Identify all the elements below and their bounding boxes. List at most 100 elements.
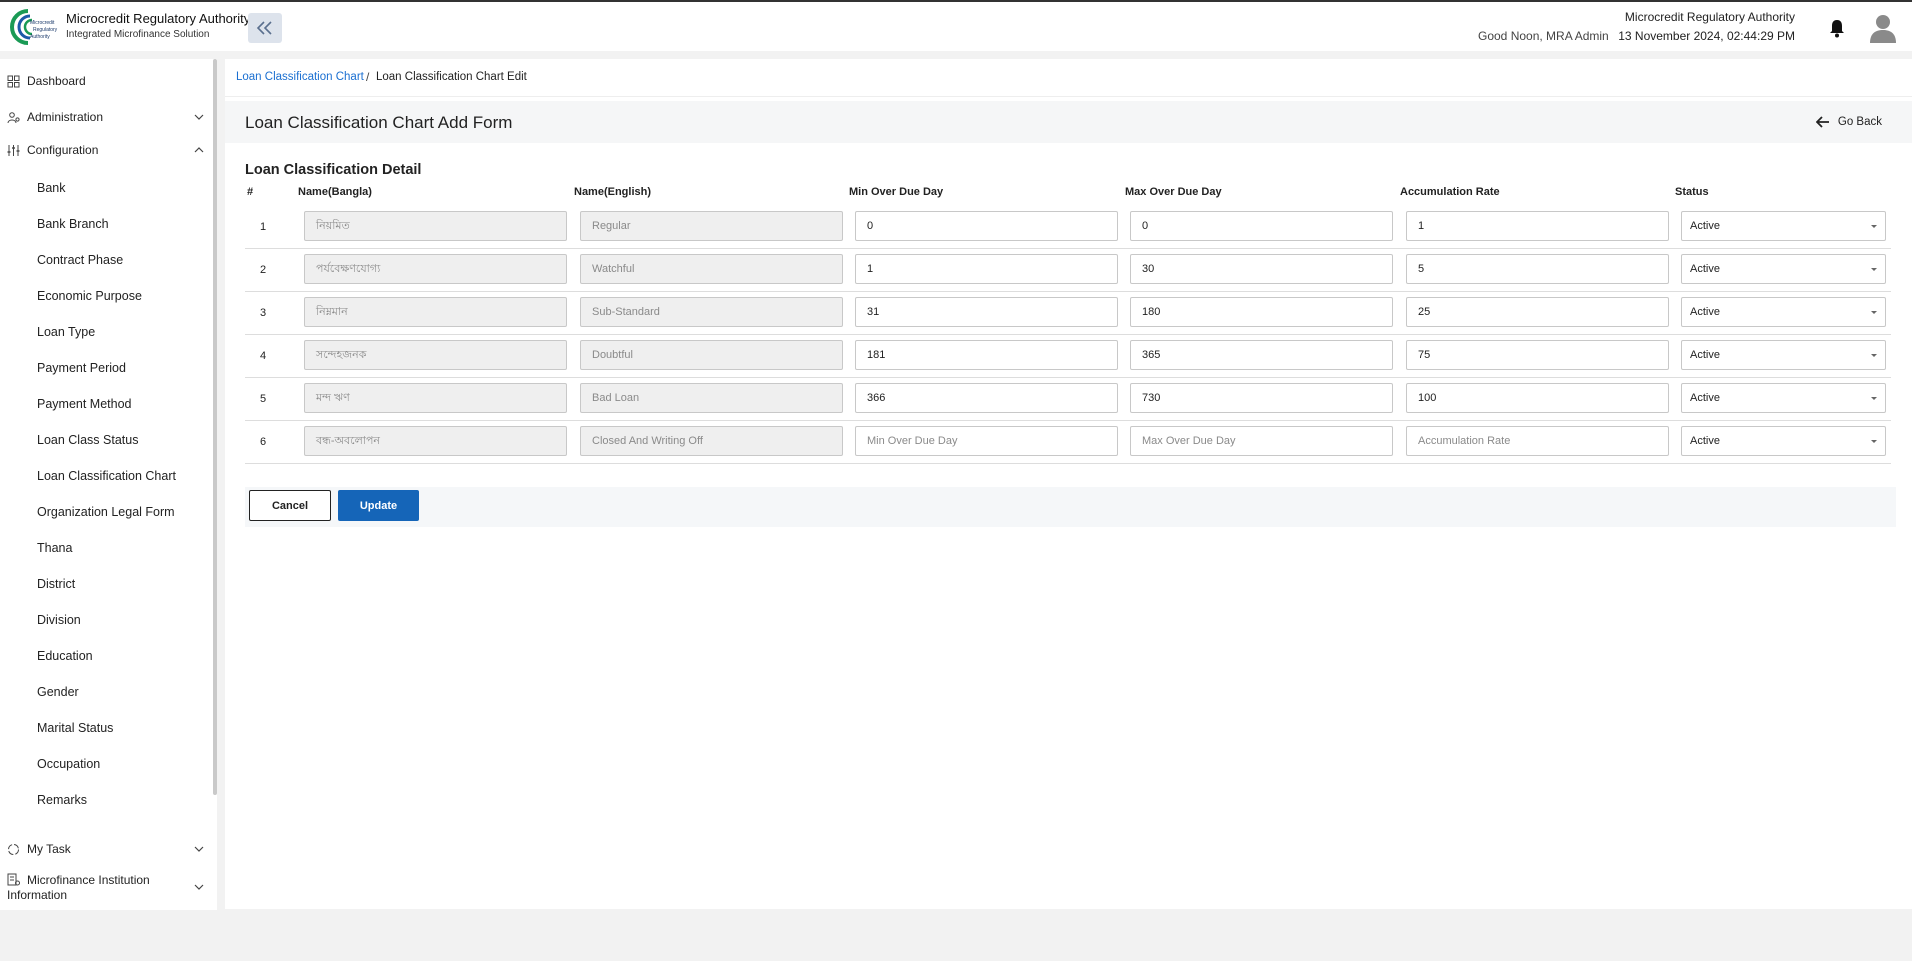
sidebar-item-remarks[interactable]: Remarks bbox=[37, 793, 87, 807]
name-english-input: Watchful bbox=[580, 254, 843, 284]
sidebar-item-organization-legal-form[interactable]: Organization Legal Form bbox=[37, 505, 175, 519]
chevron-down-icon bbox=[194, 884, 204, 890]
status-select-value: Active bbox=[1690, 263, 1720, 275]
main-area: Loan Classification Chart / Loan Classif… bbox=[225, 59, 1912, 909]
name-bangla-input: সন্দেহজনক bbox=[304, 340, 567, 370]
caret-down-icon bbox=[1871, 440, 1877, 443]
notification-bell-icon[interactable] bbox=[1828, 18, 1846, 38]
name-english-input: Sub-Standard bbox=[580, 297, 843, 327]
section-title: Loan Classification Detail bbox=[245, 162, 422, 178]
sidebar-item-division[interactable]: Division bbox=[37, 613, 81, 627]
go-back-button[interactable]: Go Back bbox=[1815, 116, 1882, 128]
min-over-due-day-input[interactable]: Min Over Due Day bbox=[855, 426, 1118, 456]
row-divider bbox=[245, 248, 1891, 249]
column-header-status: Status bbox=[1675, 186, 1709, 198]
sidebar-item-loan-class-status[interactable]: Loan Class Status bbox=[37, 433, 138, 447]
row-divider bbox=[245, 291, 1891, 292]
task-cycle-icon bbox=[8, 843, 19, 855]
sidebar-item-marital-status[interactable]: Marital Status bbox=[37, 721, 113, 735]
accumulation-rate-input[interactable]: 1 bbox=[1406, 211, 1669, 241]
sidebar-item-label: My Task bbox=[27, 842, 71, 856]
min-over-due-day-input[interactable]: 1 bbox=[855, 254, 1118, 284]
accumulation-rate-input[interactable]: 25 bbox=[1406, 297, 1669, 327]
sidebar-item-bank[interactable]: Bank bbox=[37, 181, 66, 195]
status-select[interactable]: Active bbox=[1681, 340, 1886, 370]
row-divider bbox=[245, 463, 1891, 464]
user-avatar-icon[interactable] bbox=[1868, 12, 1898, 44]
org-name: Microcredit Regulatory Authority bbox=[1624, 10, 1795, 24]
row-number: 1 bbox=[260, 221, 267, 233]
row-number: 3 bbox=[260, 307, 267, 319]
max-over-due-day-input[interactable]: 730 bbox=[1130, 383, 1393, 413]
sidebar-item-administration[interactable]: Administration bbox=[0, 109, 210, 125]
update-button[interactable]: Update bbox=[338, 490, 419, 521]
status-select[interactable]: Active bbox=[1681, 297, 1886, 327]
status-select[interactable]: Active bbox=[1681, 383, 1886, 413]
sidebar-item-label: Configuration bbox=[27, 143, 99, 157]
sidebar-item-contract-phase[interactable]: Contract Phase bbox=[37, 253, 123, 267]
sidebar-item-payment-method[interactable]: Payment Method bbox=[37, 397, 132, 411]
building-document-icon bbox=[7, 873, 20, 886]
sidebar-item-dashboard[interactable]: Dashboard bbox=[0, 73, 210, 89]
column-header-index: # bbox=[247, 186, 254, 198]
sidebar-item-district[interactable]: District bbox=[37, 577, 75, 591]
min-over-due-day-input[interactable]: 31 bbox=[855, 297, 1118, 327]
sidebar-item-bank-branch[interactable]: Bank Branch bbox=[37, 217, 109, 231]
status-select[interactable]: Active bbox=[1681, 254, 1886, 284]
breadcrumb-link-loan-classification-chart[interactable]: Loan Classification Chart bbox=[236, 71, 364, 83]
column-header-accumulation-rate: Accumulation Rate bbox=[1400, 186, 1500, 198]
row-divider bbox=[245, 377, 1891, 378]
sidebar-item-loan-classification-chart[interactable]: Loan Classification Chart bbox=[37, 469, 176, 483]
name-bangla-input: পর্যবেক্ষণযোগ্য bbox=[304, 254, 567, 284]
min-over-due-day-input[interactable]: 366 bbox=[855, 383, 1118, 413]
accumulation-rate-input[interactable]: 100 bbox=[1406, 383, 1669, 413]
sidebar-item-thana[interactable]: Thana bbox=[37, 541, 72, 555]
breadcrumb-current: Loan Classification Chart Edit bbox=[376, 71, 527, 83]
status-select[interactable]: Active bbox=[1681, 426, 1886, 456]
max-over-due-day-input[interactable]: 0 bbox=[1130, 211, 1393, 241]
accumulation-rate-input[interactable]: Accumulation Rate bbox=[1406, 426, 1669, 456]
double-chevron-left-icon bbox=[256, 21, 272, 35]
status-select-value: Active bbox=[1690, 306, 1720, 318]
sidebar-item-configuration[interactable]: Configuration bbox=[0, 142, 210, 158]
column-header-name-bangla: Name(Bangla) bbox=[298, 186, 372, 198]
logo-text-1: Microcredit bbox=[30, 20, 55, 26]
max-over-due-day-input[interactable]: 180 bbox=[1130, 297, 1393, 327]
cancel-button[interactable]: Cancel bbox=[249, 490, 331, 521]
status-select-value: Active bbox=[1690, 392, 1720, 404]
sidebar-collapse-button[interactable] bbox=[248, 13, 282, 43]
accumulation-rate-input[interactable]: 75 bbox=[1406, 340, 1669, 370]
name-bangla-input: নিম্নমান bbox=[304, 297, 567, 327]
min-over-due-day-input[interactable]: 0 bbox=[855, 211, 1118, 241]
chevron-down-icon bbox=[194, 114, 204, 120]
status-select-value: Active bbox=[1690, 435, 1720, 447]
grid-icon bbox=[7, 75, 20, 87]
caret-down-icon bbox=[1871, 268, 1877, 271]
sidebar-item-gender[interactable]: Gender bbox=[37, 685, 79, 699]
status-select[interactable]: Active bbox=[1681, 211, 1886, 241]
max-over-due-day-input[interactable]: 365 bbox=[1130, 340, 1393, 370]
row-number: 5 bbox=[260, 393, 267, 405]
sidebar-item-economic-purpose[interactable]: Economic Purpose bbox=[37, 289, 142, 303]
max-over-due-day-input[interactable]: 30 bbox=[1130, 254, 1393, 284]
brand-subtitle: Integrated Microfinance Solution bbox=[66, 29, 210, 40]
accumulation-rate-input[interactable]: 5 bbox=[1406, 254, 1669, 284]
status-select-value: Active bbox=[1690, 349, 1720, 361]
sidebar-item-my-task[interactable]: My Task bbox=[0, 841, 210, 857]
current-datetime: 13 November 2024, 02:44:29 PM bbox=[1618, 29, 1795, 43]
chevron-down-icon bbox=[194, 846, 204, 852]
arrow-left-icon bbox=[1815, 116, 1829, 128]
max-over-due-day-input[interactable]: Max Over Due Day bbox=[1130, 426, 1393, 456]
name-english-input: Bad Loan bbox=[580, 383, 843, 413]
row-number: 6 bbox=[260, 436, 267, 448]
min-over-due-day-input[interactable]: 181 bbox=[855, 340, 1118, 370]
sidebar-item-payment-period[interactable]: Payment Period bbox=[37, 361, 126, 375]
sidebar-item-microfinance-institution-information[interactable]: Microfinance Institution Information bbox=[0, 871, 210, 903]
sliders-icon bbox=[7, 144, 20, 156]
sidebar-item-education[interactable]: Education bbox=[37, 649, 93, 663]
column-header-name-english: Name(English) bbox=[574, 186, 652, 198]
form-header: Loan Classification Chart Add Form Go Ba… bbox=[225, 101, 1912, 143]
sidebar-item-occupation[interactable]: Occupation bbox=[37, 757, 100, 771]
sidebar-scrollbar[interactable] bbox=[213, 59, 217, 795]
sidebar-item-loan-type[interactable]: Loan Type bbox=[37, 325, 95, 339]
